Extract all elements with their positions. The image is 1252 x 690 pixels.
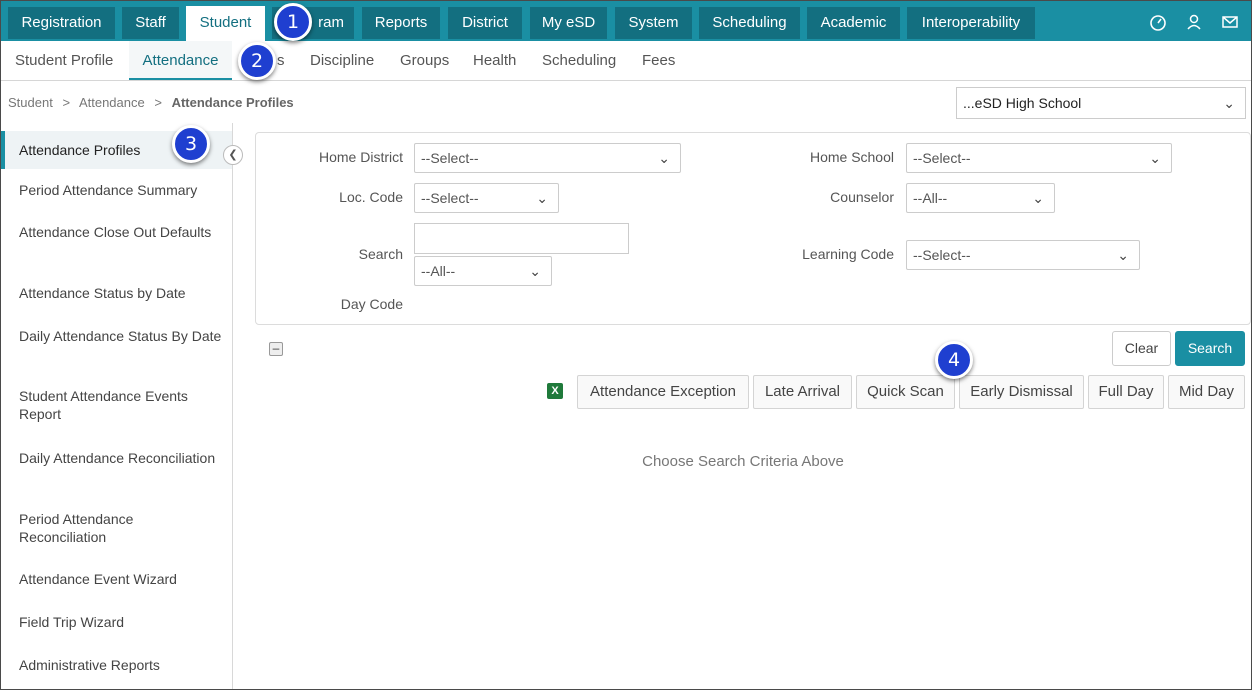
subtab-groups[interactable]: Groups [400,41,449,80]
full-day-button[interactable]: Full Day [1088,375,1164,409]
breadcrumb-attendance[interactable]: Attendance [79,95,145,110]
day-code-label: Day Code [340,296,403,312]
chevron-down-icon: ⌄ [1032,190,1044,206]
chevron-down-icon: ⌄ [1223,95,1235,111]
top-icons [1149,13,1239,31]
breadcrumb-student[interactable]: Student [8,95,53,110]
home-district-select[interactable]: --Select-- ⌄ [414,143,681,173]
school-select[interactable]: ...eSD High School ⌄ [956,87,1246,119]
tab-registration[interactable]: Registration [8,7,115,39]
subtab-attendance[interactable]: Attendance [129,41,232,80]
callout-badge-1: 1 [274,3,312,41]
home-district-value: --Select-- [421,150,479,166]
quick-scan-button[interactable]: Quick Scan [856,375,955,409]
subtab-partial[interactable]: s [277,41,285,80]
clear-button[interactable]: Clear [1112,331,1171,366]
empty-state-message: Choose Search Criteria Above [642,453,844,470]
search-button[interactable]: Search [1175,331,1245,366]
callout-badge-4: 4 [935,341,973,379]
mail-icon[interactable] [1221,13,1239,31]
dashboard-icon[interactable] [1149,13,1167,31]
breadcrumb: Student > Attendance > Attendance Profil… [8,95,294,110]
user-icon[interactable] [1185,13,1203,31]
counselor-label: Counselor [830,189,894,205]
search-scope-select[interactable]: --All-- ⌄ [414,256,552,286]
sidebar-item-attendance-close-out-defaults[interactable]: Attendance Close Out Defaults [1,223,232,241]
sidebar-item-daily-attendance-status-by-date[interactable]: Daily Attendance Status By Date [1,327,232,345]
breadcrumb-separator: > [154,95,162,110]
sidebar-item-administrative-reports[interactable]: Administrative Reports [1,656,232,674]
late-arrival-button[interactable]: Late Arrival [753,375,852,409]
sidebar-item-period-attendance-summary[interactable]: Period Attendance Summary [1,181,232,199]
chevron-down-icon: ⌄ [1117,247,1129,263]
sidebar-item-attendance-status-by-date[interactable]: Attendance Status by Date [1,284,232,302]
tab-system[interactable]: System [615,7,692,39]
sidebar-item-daily-attendance-reconciliation[interactable]: Daily Attendance Reconciliation [1,449,232,467]
attendance-exception-button[interactable]: Attendance Exception [577,375,749,409]
tab-reports[interactable]: Reports [362,7,440,39]
sidebar-item-period-attendance-reconciliation[interactable]: Period Attendance Reconciliation [1,510,232,546]
subtab-student-profile[interactable]: Student Profile [15,41,113,80]
home-school-value: --Select-- [913,150,971,166]
home-school-select[interactable]: --Select-- ⌄ [906,143,1172,173]
collapse-filters-icon[interactable]: – [269,342,283,356]
chevron-down-icon: ⌄ [529,263,541,279]
loc-code-label: Loc. Code [339,189,403,205]
app-window: Registration Staff Student ram Reports D… [0,0,1252,690]
learning-code-select[interactable]: --Select-- ⌄ [906,240,1140,270]
school-select-value: ...eSD High School [963,95,1082,111]
search-input[interactable] [414,223,629,254]
sidebar-item-field-trip-wizard[interactable]: Field Trip Wizard [1,613,232,631]
subtab-scheduling[interactable]: Scheduling [542,41,616,80]
tab-academic[interactable]: Academic [807,7,900,39]
search-label: Search [358,246,403,262]
callout-badge-3: 3 [172,125,210,163]
tab-district[interactable]: District [448,7,522,39]
learning-code-label: Learning Code [802,246,894,262]
tab-student[interactable]: Student [186,6,265,41]
breadcrumb-current: Attendance Profiles [171,95,294,110]
top-nav: Registration Staff Student ram Reports D… [1,1,1251,41]
learning-code-value: --Select-- [913,247,971,263]
collapse-sidebar-icon[interactable]: ❮ [223,145,243,165]
subtab-discipline[interactable]: Discipline [310,41,374,80]
callout-badge-2: 2 [238,42,276,80]
counselor-select[interactable]: --All-- ⌄ [906,183,1055,213]
loc-code-value: --Select-- [421,190,479,206]
counselor-value: --All-- [913,190,948,206]
chevron-down-icon: ⌄ [536,190,548,206]
tab-my-esd[interactable]: My eSD [530,7,607,39]
sidebar-item-attendance-event-wizard[interactable]: Attendance Event Wizard [1,570,232,588]
sub-nav: Student Profile Attendance s Discipline … [1,41,1251,81]
subtab-health[interactable]: Health [473,41,516,80]
home-district-label: Home District [318,149,403,165]
sidebar: Attendance Profiles Period Attendance Su… [1,123,233,689]
tab-scheduling[interactable]: Scheduling [699,7,800,39]
breadcrumb-separator: > [62,95,71,110]
chevron-down-icon: ⌄ [1149,150,1161,166]
mid-day-button[interactable]: Mid Day [1168,375,1245,409]
sidebar-item-student-attendance-events-report[interactable]: Student Attendance Events Report [1,387,232,423]
chevron-down-icon: ⌄ [658,150,670,166]
early-dismissal-button[interactable]: Early Dismissal [959,375,1084,409]
tab-staff[interactable]: Staff [122,7,179,39]
search-scope-value: --All-- [421,263,456,279]
tab-interoperability[interactable]: Interoperability [907,7,1035,39]
excel-export-icon[interactable]: X [547,383,563,399]
home-school-label: Home School [809,149,894,165]
loc-code-select[interactable]: --Select-- ⌄ [414,183,559,213]
subtab-fees[interactable]: Fees [642,41,675,80]
